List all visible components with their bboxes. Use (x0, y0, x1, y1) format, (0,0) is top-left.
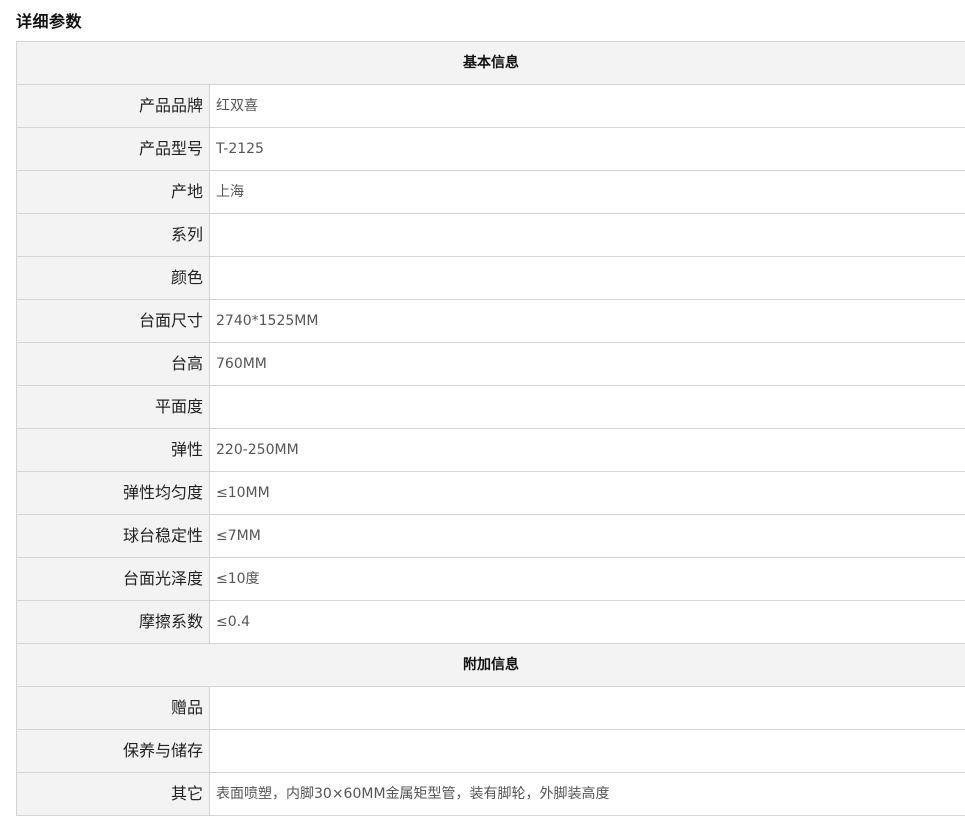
spec-value: ≤10MM (216, 485, 270, 501)
spec-label: 系列 (17, 214, 210, 256)
spec-row-gift: 赠品 (17, 687, 965, 730)
spec-label: 平面度 (17, 386, 210, 428)
section-header-additional: 附加信息 (17, 644, 965, 687)
spec-value: 2740*1525MM (216, 313, 319, 329)
spec-label: 台面光泽度 (17, 558, 210, 600)
spec-label: 其它 (17, 773, 210, 815)
spec-label: 台高 (17, 343, 210, 385)
spec-row-flatness: 平面度 (17, 386, 965, 429)
spec-row-table-height: 台高 760MM (17, 343, 965, 386)
spec-value: 760MM (216, 356, 267, 372)
spec-value (210, 214, 965, 256)
spec-label: 球台稳定性 (17, 515, 210, 557)
page-title: 详细参数 (16, 12, 83, 31)
spec-label: 产品品牌 (17, 85, 210, 127)
section-header-basic: 基本信息 (17, 42, 965, 85)
spec-value: ≤7MM (216, 528, 261, 544)
spec-value: 220-250MM (216, 442, 299, 458)
spec-row-origin: 产地 上海 (17, 171, 965, 214)
spec-row-series: 系列 (17, 214, 965, 257)
spec-label: 弹性 (17, 429, 210, 471)
spec-label: 赠品 (17, 687, 210, 729)
spec-value: T-2125 (216, 141, 264, 157)
spec-row-bounce: 弹性 220-250MM (17, 429, 965, 472)
spec-row-gloss: 台面光泽度 ≤10度 (17, 558, 965, 601)
spec-label: 保养与储存 (17, 730, 210, 772)
spec-label: 摩擦系数 (17, 601, 210, 643)
spec-value (210, 386, 965, 428)
spec-row-friction: 摩擦系数 ≤0.4 (17, 601, 965, 644)
spec-label: 台面尺寸 (17, 300, 210, 342)
spec-value (210, 257, 965, 299)
spec-row-color: 颜色 (17, 257, 965, 300)
spec-value (210, 730, 965, 772)
spec-value: ≤0.4 (216, 614, 250, 630)
spec-value: 表面喷塑，内脚30×60MM金属矩型管，装有脚轮，外脚装高度 (216, 786, 610, 802)
spec-label: 颜色 (17, 257, 210, 299)
spec-label: 产品型号 (17, 128, 210, 170)
spec-row-stability: 球台稳定性 ≤7MM (17, 515, 965, 558)
spec-label: 产地 (17, 171, 210, 213)
spec-value: 上海 (216, 184, 244, 200)
spec-value: ≤10度 (216, 571, 260, 587)
spec-value: 红双喜 (216, 98, 258, 114)
spec-row-care: 保养与储存 (17, 730, 965, 773)
spec-label: 弹性均匀度 (17, 472, 210, 514)
spec-row-bounce-uniformity: 弹性均匀度 ≤10MM (17, 472, 965, 515)
spec-row-table-size: 台面尺寸 2740*1525MM (17, 300, 965, 343)
spec-value (210, 687, 965, 729)
spec-row-brand: 产品品牌 红双喜 (17, 85, 965, 128)
spec-row-model: 产品型号 T-2125 (17, 128, 965, 171)
spec-row-other: 其它 表面喷塑，内脚30×60MM金属矩型管，装有脚轮，外脚装高度 (17, 773, 965, 815)
spec-table: 基本信息 产品品牌 红双喜 产品型号 T-2125 产地 上海 系列 颜色 台面… (16, 41, 965, 816)
